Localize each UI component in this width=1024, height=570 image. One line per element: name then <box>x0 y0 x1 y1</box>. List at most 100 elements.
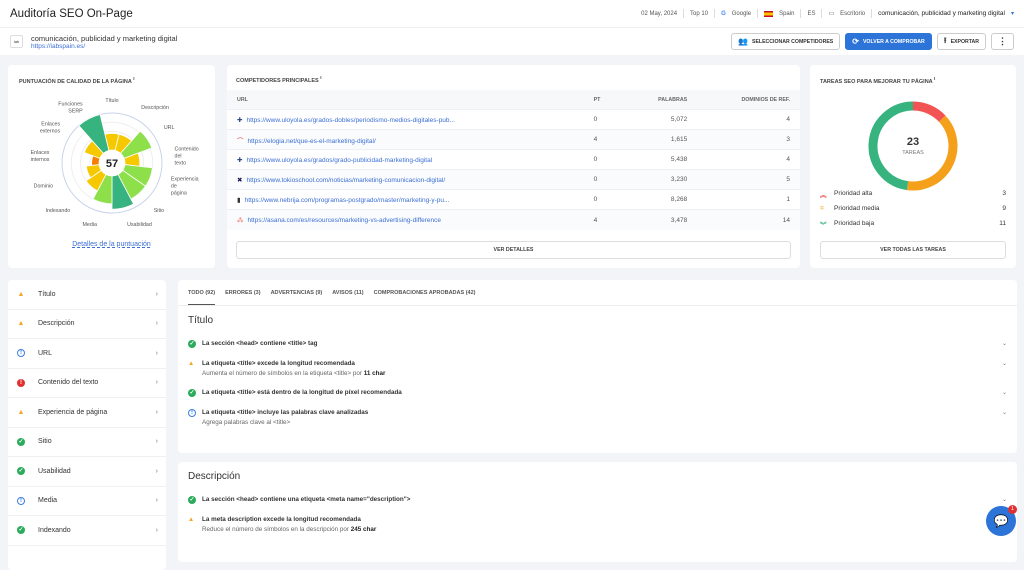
chevron-down-icon[interactable]: ▾ <box>1011 10 1014 17</box>
competitor-url-link[interactable]: https://www.uloyola.es/grados-dobles/per… <box>246 117 454 124</box>
col-refs: DOMINIOS DE REF. <box>697 89 800 110</box>
chevron-right-icon: › <box>155 290 158 298</box>
warning-icon: ▲ <box>17 408 25 416</box>
sidebar-item[interactable]: ▲ Título › <box>8 280 166 310</box>
radar-label: Sitio <box>154 208 164 214</box>
expand-chevron-icon[interactable]: ⌄ <box>1002 409 1007 426</box>
competitor-row: ✚ https://www.uloyola.es/grados-dobles/pe… <box>227 109 800 130</box>
score-value: 57 <box>106 158 118 170</box>
check-item[interactable]: ! La etiqueta <title> incluye las palabra… <box>178 409 1017 426</box>
expand-chevron-icon[interactable]: ⌄ <box>1002 360 1007 377</box>
device: Escritorio <box>840 10 866 17</box>
priority-label: Prioridad media <box>834 205 880 212</box>
check-description: Reduce el número de símbolos en la descr… <box>202 526 351 533</box>
sidebar-item[interactable]: ▲ Experiencia de página › <box>8 398 166 428</box>
check-item[interactable]: ▲ La etiqueta <title> excede la longitud … <box>178 360 1017 377</box>
recheck-label: VOLVER A COMPROBAR <box>862 38 925 45</box>
expand-chevron-icon[interactable]: ⌄ <box>1002 496 1007 504</box>
recheck-button[interactable]: ⟳ VOLVER A COMPROBAR <box>845 33 932 50</box>
competitor-url-link[interactable]: https://elogia.net/que-es-el-marketing-d… <box>248 138 376 145</box>
select-competitors-button[interactable]: 👥 SELECCIONAR COMPETIDORES <box>731 33 841 50</box>
competitor-url-link[interactable]: https://www.nebrija.com/programas-postgr… <box>245 197 450 204</box>
competitor-pt: 0 <box>583 109 624 130</box>
info-icon[interactable]: i <box>133 76 134 81</box>
sidebar-item[interactable]: ✓ Sitio › <box>8 428 166 457</box>
sidebar-item-label: Usabilidad <box>38 467 71 475</box>
site-favicon-icon: ✚ <box>237 116 243 124</box>
chevron-right-icon: › <box>155 526 158 534</box>
competitor-url-link[interactable]: https://www.tokioschool.com/noticias/mar… <box>246 177 445 184</box>
check-title: La sección <head> contiene <title> tag <box>202 340 318 347</box>
spain-flag-icon <box>764 10 774 17</box>
radar-label: Descripción <box>141 105 169 111</box>
tab[interactable]: AVISOS (11) <box>332 290 363 296</box>
tab[interactable]: COMPROBACIONES APROBADAS (42) <box>374 290 476 296</box>
site-url[interactable]: https://iabspain.es/ <box>31 43 177 50</box>
more-options-button[interactable]: ⋮ <box>991 33 1014 50</box>
sidebar-item[interactable]: ✓ Usabilidad › <box>8 457 166 487</box>
info-icon: ! <box>17 496 25 505</box>
section-title: Descripción <box>188 471 241 482</box>
competitor-url-link[interactable]: https://www.uloyola.es/grados/grado-publ… <box>246 157 432 164</box>
top-filter: Top 10 <box>690 10 709 17</box>
task-priority-row[interactable]: ︾ Prioridad baja 11 <box>820 216 1006 231</box>
chat-button[interactable]: 💬 1 <box>986 505 1017 536</box>
tab[interactable]: ADVERTENCIAS (9) <box>271 290 323 296</box>
competitor-row: ⁂ https://asana.com/es/resources/marketin… <box>227 209 800 230</box>
view-all-tasks-button[interactable]: VER TODAS LAS TAREAS <box>820 241 1006 259</box>
checks-card-description: Descripción ✓ La sección <head> contiene u… <box>178 462 1017 562</box>
export-button[interactable]: ⭱ EXPORTAR <box>936 33 986 50</box>
check-icon: ✓ <box>17 526 25 535</box>
check-item[interactable]: ✓ La sección <head> contiene una etiqueta… <box>178 496 1017 504</box>
site-name: comunicación, publicidad y marketing dig… <box>31 33 178 43</box>
chevron-right-icon: › <box>155 497 158 505</box>
score-details-link[interactable]: Detalles de la puntuación <box>8 241 215 248</box>
info-icon[interactable]: i <box>934 76 935 81</box>
score-title-text: PUNTUACIÓN DE CALIDAD DE LA PÁGINA <box>19 78 132 85</box>
check-item[interactable]: ✓ La sección <head> contiene <title> tag ⌄ <box>178 340 1017 348</box>
check-value: 245 char <box>350 526 377 533</box>
country: Spain <box>779 10 795 17</box>
tasks-total: 23 <box>906 136 920 148</box>
radar-label: URL <box>164 125 175 131</box>
competitor-pt: 0 <box>583 169 624 190</box>
competitor-url-link[interactable]: https://asana.com/es/resources/marketing… <box>248 217 442 224</box>
check-icon: ✓ <box>188 340 196 348</box>
check-item[interactable]: ✓ La etiqueta <title> está dentro de la l… <box>178 389 1017 397</box>
sidebar-item[interactable]: ✓ Indexando › <box>8 516 166 546</box>
sidebar-item[interactable]: ! Contenido del texto › <box>8 369 166 398</box>
sidebar-item[interactable]: ▲ Descripción › <box>8 310 166 339</box>
sidebar-item-label: Experiencia de página <box>38 408 108 416</box>
sidebar-item[interactable]: ! URL › <box>8 339 166 369</box>
expand-chevron-icon[interactable]: ⌄ <box>1002 340 1007 348</box>
check-title: La etiqueta <title> está dentro de la lo… <box>202 389 402 396</box>
competitor-pt: 4 <box>583 209 624 230</box>
competitor-words: 3,478 <box>623 209 698 230</box>
competitor-refs: 4 <box>697 149 800 170</box>
report-date: 02 May, 2024 <box>641 10 678 17</box>
expand-chevron-icon[interactable]: ⌄ <box>1002 389 1007 397</box>
col-words: PALABRAS <box>623 89 698 110</box>
competitor-refs: 1 <box>697 189 800 210</box>
competitors-table: URL PT PALABRAS DOMINIOS DE REF. ✚ https:… <box>227 89 800 230</box>
competitor-refs: 4 <box>697 109 800 130</box>
competitor-refs: 5 <box>697 169 800 190</box>
select-competitors-label: SELECCIONAR COMPETIDORES <box>751 38 834 45</box>
radar-label: Usabilidad <box>127 222 152 228</box>
check-item[interactable]: ▲ La meta description excede la longitud … <box>178 516 1017 533</box>
tab[interactable]: ERRORES (3) <box>225 290 260 296</box>
task-priority-row[interactable]: ︽ Prioridad alta 3 <box>820 186 1006 201</box>
view-details-button[interactable]: VER DETALLES <box>236 241 791 259</box>
competitors-card: COMPETIDORES PRINCIPALES i URL PT PALABR… <box>227 65 800 268</box>
info-icon[interactable]: i <box>320 75 321 80</box>
priority-label: Prioridad alta <box>834 190 873 197</box>
tab[interactable]: TODO (92) <box>188 281 216 305</box>
chevron-right-icon: › <box>155 438 158 446</box>
priority-count: 3 <box>1002 190 1006 197</box>
check-value: 11 char <box>363 370 386 377</box>
sidebar-item[interactable]: ! Media › <box>8 487 166 516</box>
tasks-card: TAREAS SEO PARA MEJORAR TU PÁGINA i 23 T… <box>810 65 1016 268</box>
check-icon: ✓ <box>188 389 196 397</box>
task-priority-row[interactable]: = Prioridad media 9 <box>820 201 1006 216</box>
keyword-select[interactable]: comunicación, publicidad y marketing dig… <box>878 10 1005 17</box>
